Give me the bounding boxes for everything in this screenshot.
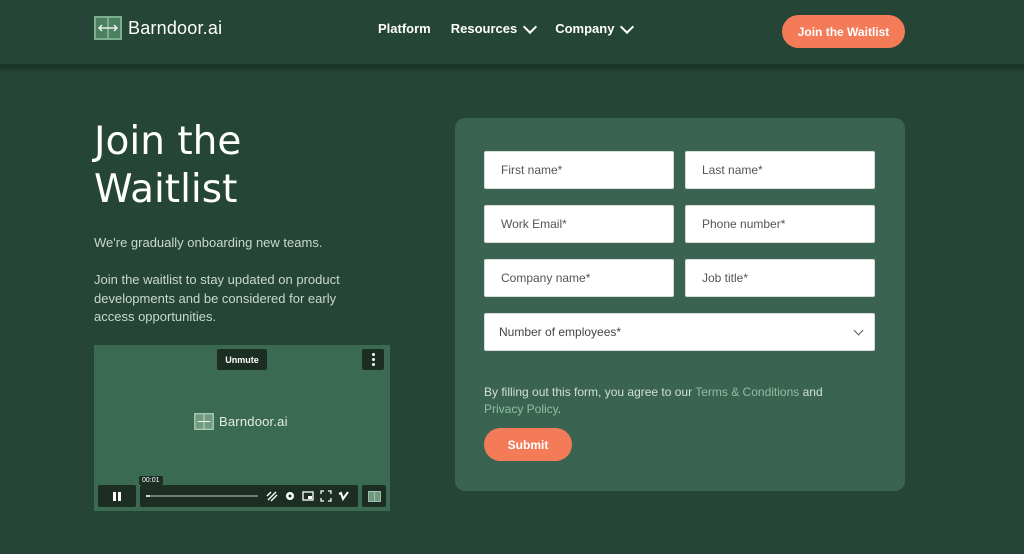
video-control-bar xyxy=(140,485,358,507)
video-logo: Barndoor.ai xyxy=(194,413,288,430)
job-title-input[interactable] xyxy=(700,270,860,286)
video-controls xyxy=(98,485,386,507)
join-waitlist-button[interactable]: Join the Waitlist xyxy=(782,15,905,48)
no-captions-icon[interactable] xyxy=(266,490,278,502)
nav-item-resources[interactable]: Resources xyxy=(450,19,538,36)
fullscreen-icon[interactable] xyxy=(320,490,332,502)
job-title-field[interactable] xyxy=(685,259,875,297)
unmute-button[interactable]: Unmute xyxy=(217,349,267,370)
waitlist-form: Number of employees* By filling out this… xyxy=(455,118,905,491)
chevron-down-icon xyxy=(523,19,538,34)
first-name-field[interactable] xyxy=(484,151,674,189)
consent-middle: and xyxy=(799,385,823,399)
nav-item-label: Resources xyxy=(450,21,518,36)
settings-icon[interactable] xyxy=(284,490,296,502)
company-name-field[interactable] xyxy=(484,259,674,297)
video-player[interactable]: Unmute Barndoor.ai 00:01 xyxy=(94,345,390,511)
employees-select[interactable]: Number of employees* xyxy=(484,313,875,351)
phone-field[interactable] xyxy=(685,205,875,243)
nav-item-label: Company xyxy=(555,21,615,36)
more-options-icon[interactable] xyxy=(362,349,384,370)
video-control-icons xyxy=(266,490,350,502)
pause-icon xyxy=(113,491,116,501)
phone-input[interactable] xyxy=(700,216,860,232)
employees-select-value: Number of employees* xyxy=(499,325,622,339)
last-name-input[interactable] xyxy=(700,162,860,178)
pip-icon[interactable] xyxy=(302,490,314,502)
work-email-field[interactable] xyxy=(484,205,674,243)
video-brand-button[interactable] xyxy=(362,485,386,507)
vimeo-icon[interactable] xyxy=(338,490,350,502)
consent-end: . xyxy=(557,401,562,416)
nav-item-company[interactable]: Company xyxy=(555,19,635,36)
nav-item-label: Platform xyxy=(378,21,431,36)
video-progress-fill xyxy=(146,495,151,497)
hero-subtitle: We're gradually onboarding new teams. xyxy=(94,235,323,250)
terms-link[interactable]: Terms & Conditions xyxy=(695,385,799,399)
privacy-link[interactable]: Privacy Policy xyxy=(484,402,558,416)
hero-description: Join the waitlist to stay updated on pro… xyxy=(94,272,340,324)
work-email-input[interactable] xyxy=(499,216,659,232)
pause-button[interactable] xyxy=(98,485,136,507)
company-name-input[interactable] xyxy=(499,270,659,286)
nav-links: Platform Resources Company xyxy=(378,19,635,36)
consent-prefix: By filling out this form, you agree to o… xyxy=(484,385,696,399)
brand-logo[interactable]: Barndoor.ai xyxy=(94,16,222,40)
consent-text: By filling out this form, you agree to o… xyxy=(484,384,844,417)
barndoor-logo-icon xyxy=(194,413,214,430)
last-name-field[interactable] xyxy=(685,151,875,189)
submit-button[interactable]: Submit xyxy=(484,428,572,461)
barndoor-logo-icon xyxy=(94,16,122,40)
chevron-down-icon xyxy=(853,325,864,336)
page-title: Join the Waitlist xyxy=(94,119,242,212)
video-progress-bar[interactable] xyxy=(146,495,258,497)
nav-item-platform[interactable]: Platform xyxy=(378,21,431,36)
chevron-down-icon xyxy=(620,19,635,34)
video-timestamp: 00:01 xyxy=(139,476,163,485)
first-name-input[interactable] xyxy=(499,162,659,178)
barndoor-logo-icon xyxy=(367,490,381,502)
top-nav: Barndoor.ai Platform Resources Company J… xyxy=(0,0,1024,67)
brand-name: Barndoor.ai xyxy=(128,17,223,38)
video-logo-text: Barndoor.ai xyxy=(219,414,288,429)
